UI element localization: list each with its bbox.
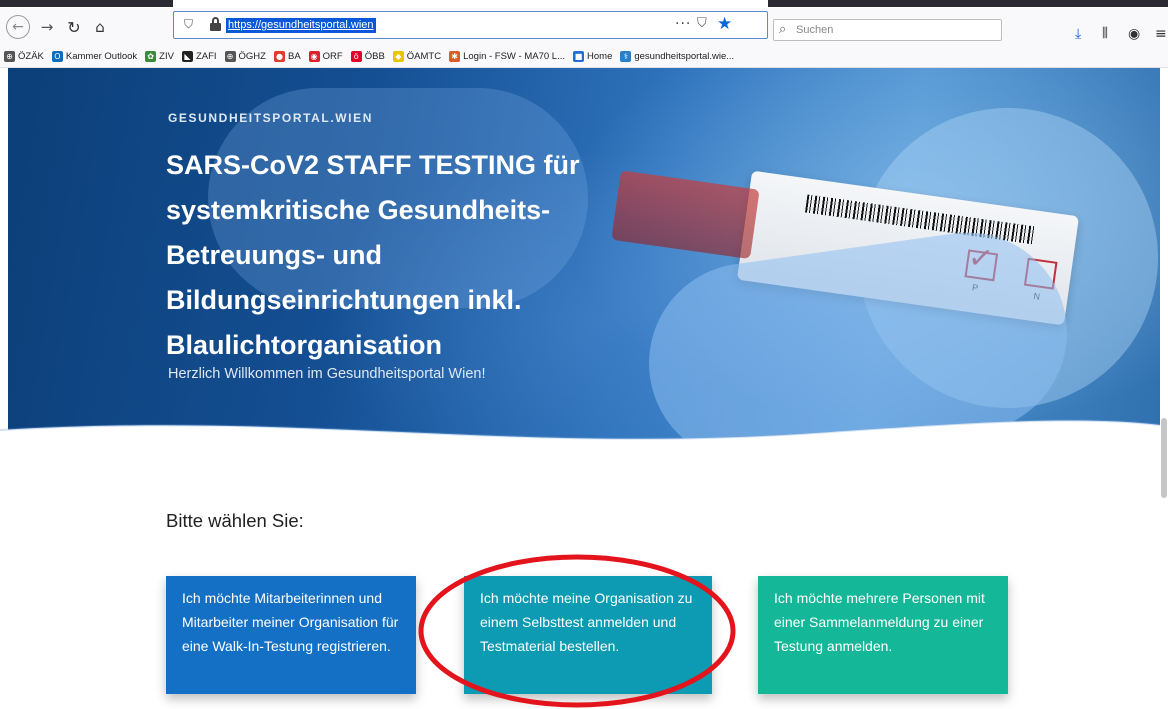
option-selftest-registration[interactable]: Ich möchte meine Organisation zu einem S… xyxy=(464,576,712,694)
bookmark-label: ÖGHZ xyxy=(238,51,266,62)
bookmark-item[interactable]: ◣ ZAFI xyxy=(181,51,217,62)
bookmark-item[interactable]: ● BA xyxy=(273,51,301,62)
forward-icon[interactable]: → xyxy=(36,15,58,39)
bookmark-item[interactable]: ◆ ÖAMTC xyxy=(392,51,442,62)
bookmark-favicon-icon: ◆ xyxy=(392,51,404,62)
bookmark-item[interactable]: ◉ ORF xyxy=(308,51,343,62)
pocket-icon[interactable]: ⛉ xyxy=(697,16,707,31)
bookmark-label: BA xyxy=(287,51,301,62)
bookmark-label: Home xyxy=(587,51,613,62)
bookmark-item[interactable]: ö ÖBB xyxy=(350,51,385,62)
bookmark-favicon-icon: ⊕ xyxy=(224,51,236,62)
account-icon[interactable]: ◉ xyxy=(1128,26,1140,42)
bookmark-label: Login - FSW - MA70 L... xyxy=(463,51,566,62)
bookmark-favicon-icon: ⚕ xyxy=(620,51,632,62)
bookmark-label: ÖZÄK xyxy=(18,51,44,62)
bookmark-favicon-icon: ö xyxy=(350,51,362,62)
hero-banner: ✓ P N GESUNDHEITSPORTAL.WIEN SARS-CoV2 S… xyxy=(8,68,1168,440)
option-walk-in-registration[interactable]: Ich möchte Mitarbeiterinnen und Mitarbei… xyxy=(166,576,416,694)
url-text[interactable]: https://gesundheitsportal.wien xyxy=(226,18,376,33)
search-icon: ⌕ xyxy=(779,22,787,37)
home-icon[interactable]: ⌂ xyxy=(89,15,111,39)
library-icon[interactable]: ⫼ xyxy=(1102,26,1108,42)
bookmarks-toolbar: ⊕ ÖZÄK O Kammer Outlook ✿ ZIV ◣ ZAFI ⊕ ÖGHZ ● BA ◉ OR… xyxy=(0,46,1168,68)
bookmark-item[interactable]: ⚕ gesundheitsportal.wie... xyxy=(620,51,734,62)
bookmark-label: Kammer Outlook xyxy=(65,51,138,62)
bookmark-favicon-icon: O xyxy=(51,51,63,62)
title-line: SARS-CoV2 STAFF TESTING für xyxy=(166,150,580,180)
browser-navbar: ← → ↻ ⌂ ⛉ https://gesundheitsportal.wien… xyxy=(0,8,1168,46)
reload-icon[interactable]: ↻ xyxy=(63,15,85,39)
bookmark-item[interactable]: O Kammer Outlook xyxy=(51,51,138,62)
bookmark-label: ÖAMTC xyxy=(406,51,442,62)
bookmark-item[interactable]: ⊕ ÖZÄK xyxy=(4,51,44,62)
menu-icon[interactable]: ≡ xyxy=(1155,26,1167,42)
bookmark-item[interactable]: ⊕ ÖGHZ xyxy=(224,51,266,62)
bookmark-item[interactable]: ■ Home xyxy=(573,51,612,62)
title-line: Blaulichtorganisation xyxy=(166,330,443,360)
lock-icon[interactable] xyxy=(210,17,221,31)
bookmark-star-icon[interactable]: ★ xyxy=(717,14,732,34)
bookmark-label: ZAFI xyxy=(195,51,217,62)
bookmark-favicon-icon: ✿ xyxy=(145,51,157,62)
bookmark-item[interactable]: ✿ ZIV xyxy=(145,51,174,62)
bookmark-favicon-icon: ◣ xyxy=(181,51,193,62)
download-icon[interactable]: ⤓ xyxy=(1075,26,1081,42)
scrollbar-thumb[interactable] xyxy=(1161,418,1167,498)
search-placeholder: Suchen xyxy=(796,24,834,36)
bookmark-label: ÖBB xyxy=(364,51,385,62)
bookmark-favicon-icon: ✱ xyxy=(449,51,461,62)
bookmark-label: ORF xyxy=(322,51,343,62)
bookmark-item[interactable]: ✱ Login - FSW - MA70 L... xyxy=(449,51,565,62)
bookmark-favicon-icon: ⊕ xyxy=(4,51,15,62)
page-title: SARS-CoV2 STAFF TESTING für systemkritis… xyxy=(166,143,726,368)
bookmark-favicon-icon: ● xyxy=(273,51,285,62)
search-input[interactable]: ⌕ Suchen xyxy=(773,19,1002,41)
hero-wave-divider xyxy=(0,419,1168,452)
window-top-strip xyxy=(0,0,1168,8)
url-bar[interactable]: ⛉ https://gesundheitsportal.wien ··· ⛉ ★ xyxy=(173,11,768,39)
bookmark-label: gesundheitsportal.wie... xyxy=(634,51,735,62)
hero-subtitle: Herzlich Willkommen im Gesundheitsportal… xyxy=(168,366,486,382)
bookmark-label: ZIV xyxy=(159,51,174,62)
shield-icon[interactable]: ⛉ xyxy=(184,17,193,32)
bookmark-favicon-icon: ◉ xyxy=(308,51,320,62)
title-line: Betreuungs- und xyxy=(166,240,382,270)
back-icon[interactable]: ← xyxy=(6,15,30,39)
bookmark-favicon-icon: ■ xyxy=(573,51,585,62)
option-group-registration[interactable]: Ich möchte mehrere Personen mit einer Sa… xyxy=(758,576,1008,694)
site-brand: GESUNDHEITSPORTAL.WIEN xyxy=(168,111,373,125)
page-scrollbar[interactable] xyxy=(1160,68,1168,709)
active-tab-edge xyxy=(173,0,768,8)
more-icon[interactable]: ··· xyxy=(675,16,691,32)
choose-prompt: Bitte wählen Sie: xyxy=(166,510,304,531)
title-line: systemkritische Gesundheits- xyxy=(166,195,551,225)
title-line: Bildungseinrichtungen inkl. xyxy=(166,285,522,315)
